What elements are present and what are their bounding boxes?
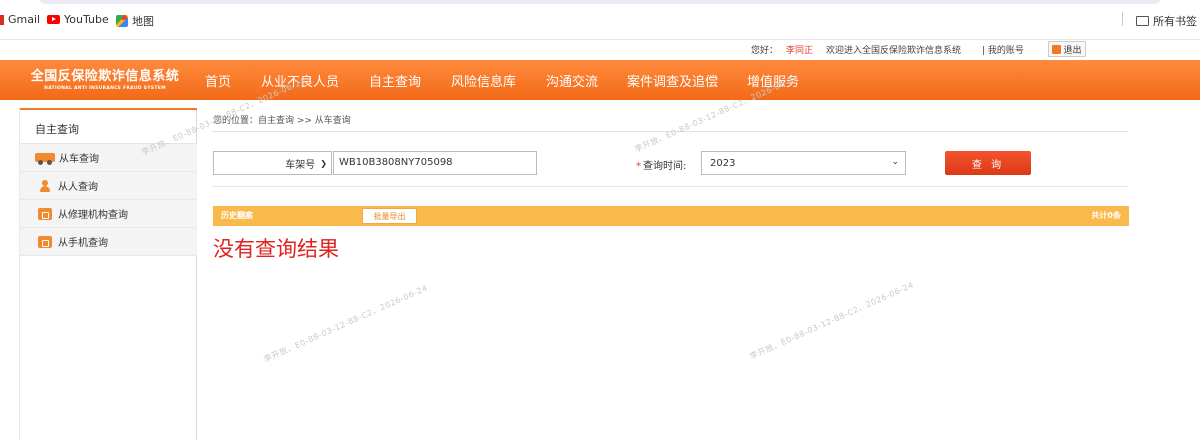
watermark: 李开放、E0-88-03-12-88-C2、2026-06-24 — [748, 280, 916, 362]
query-button[interactable]: 查 询 — [945, 151, 1031, 175]
history-title: 历史翻案 — [221, 211, 253, 220]
logout-button[interactable]: 退出 — [1048, 41, 1086, 57]
vin-input-value: WB10B3808NY705098 — [339, 157, 453, 168]
all-bookmarks-folder[interactable]: 所有书签 — [1136, 13, 1197, 29]
form-divider — [212, 186, 1128, 187]
nav-value-added[interactable]: 增值服务 — [747, 71, 799, 90]
bookmark-maps[interactable]: 地图 — [116, 13, 154, 29]
logo-subtitle: NATIONAL ANTI INSURANCE FRAUD SYSTEM — [44, 86, 166, 91]
query-type-select[interactable]: 车架号 ❯ — [213, 151, 332, 175]
folder-icon — [1136, 16, 1149, 26]
my-account-link[interactable]: | 我的账号 — [982, 43, 1024, 56]
repair-shop-icon — [38, 207, 52, 220]
vin-input[interactable]: WB10B3808NY705098 — [333, 151, 537, 175]
youtube-icon — [47, 15, 60, 24]
sidebar-item-label: 从车查询 — [59, 154, 99, 165]
site-logo[interactable]: 全国反保险欺诈信息系统 NATIONAL ANTI INSURANCE FRAU… — [20, 65, 190, 95]
sidebar-item-repair-shop[interactable]: 从修理机构查询 — [20, 200, 197, 228]
bookmark-label: YouTube — [64, 13, 109, 26]
sidebar-item-label: 从修理机构查询 — [58, 210, 128, 221]
sidebar-item-label: 从手机查询 — [58, 238, 108, 249]
sidebar-title: 自主查询 — [20, 108, 197, 144]
bookmark-youtube[interactable]: YouTube — [47, 13, 109, 26]
logo-title: 全国反保险欺诈信息系统 — [30, 69, 180, 84]
query-time-text: 查询时间: — [643, 161, 687, 172]
sidebar: 自主查询 从车查询 从人查询 从修理机构查询 从手机查询 — [19, 108, 197, 440]
nav-self-query[interactable]: 自主查询 — [369, 71, 421, 90]
bookmark-label: 所有书签 — [1153, 15, 1197, 28]
sidebar-item-person[interactable]: 从人查询 — [20, 172, 197, 200]
query-button-label: 查 询 — [971, 159, 1005, 171]
query-year-select[interactable]: 2023 ⌄ — [701, 151, 906, 175]
query-year-value: 2023 — [710, 158, 736, 169]
logout-icon — [1052, 44, 1062, 54]
bookmark-gmail[interactable]: Gmail — [0, 13, 40, 26]
logout-label: 退出 — [1063, 45, 1082, 56]
chevron-down-icon: ⌄ — [891, 157, 899, 167]
welcome-text: 欢迎进入全国反保险欺诈信息系统 — [826, 46, 962, 56]
nav-bad-practitioners[interactable]: 从业不良人员 — [261, 71, 339, 90]
no-result-message: 没有查询结果 — [213, 237, 339, 261]
batch-export-label: 批量导出 — [373, 211, 406, 221]
breadcrumb-divider — [212, 131, 1128, 132]
history-bar: 历史翻案 批量导出 共计0条 — [213, 206, 1129, 226]
nav-home[interactable]: 首页 — [205, 71, 231, 90]
user-strip: 您好： 李同正 欢迎进入全国反保险欺诈信息系统 | 我的账号 — [0, 40, 1200, 60]
bookmarks-divider — [1122, 12, 1123, 26]
query-time-label: * 查询时间: — [636, 157, 686, 172]
bookmark-label: 地图 — [132, 15, 154, 28]
chevron-down-icon: ❯ — [320, 158, 327, 168]
required-star: * — [636, 161, 641, 172]
nav-case-investigation[interactable]: 案件调查及追偿 — [627, 71, 718, 90]
history-count: 共计0条 — [1091, 211, 1121, 220]
query-type-value: 车架号 — [285, 159, 316, 171]
bookmark-label: Gmail — [8, 13, 41, 26]
username-link[interactable]: 李同正 — [786, 43, 813, 56]
maps-icon — [116, 15, 128, 27]
address-bar-edge — [40, 0, 1160, 4]
gmail-icon — [0, 14, 4, 25]
phone-icon — [38, 235, 52, 248]
greeting-text: 您好： — [751, 46, 779, 56]
car-icon — [35, 153, 55, 165]
sidebar-item-label: 从人查询 — [58, 182, 98, 193]
person-icon — [38, 179, 52, 192]
main-nav: 全国反保险欺诈信息系统 NATIONAL ANTI INSURANCE FRAU… — [0, 60, 1200, 100]
batch-export-button[interactable]: 批量导出 — [362, 208, 417, 224]
sidebar-item-phone[interactable]: 从手机查询 — [20, 228, 197, 256]
bookmarks-bar: Gmail YouTube 地图 所有书签 — [0, 0, 1200, 40]
nav-communication[interactable]: 沟通交流 — [546, 71, 598, 90]
breadcrumb: 您的位置：自主查询 >> 从车查询 — [213, 116, 351, 126]
watermark: 李开放、E0-88-03-12-88-C2、2026-06-24 — [262, 283, 430, 365]
nav-risk-database[interactable]: 风险信息库 — [451, 71, 516, 90]
sidebar-item-vehicle[interactable]: 从车查询 — [20, 144, 197, 172]
